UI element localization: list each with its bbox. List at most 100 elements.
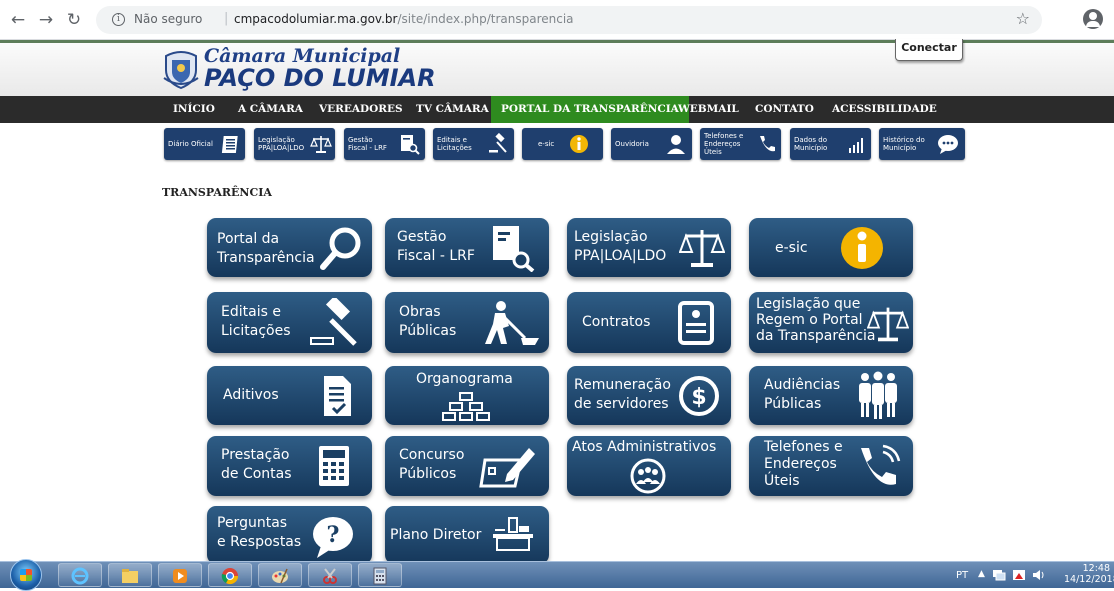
nav-portal-transparencia[interactable]: PORTAL DA TRANSPARÊNCIA xyxy=(491,96,689,123)
subnav-legislacao[interactable]: Legislação PPA|LOA|LDO xyxy=(254,128,335,160)
taskbar-media[interactable] xyxy=(158,563,202,587)
media-player-icon xyxy=(173,569,187,583)
browser-toolbar: ← → ↻ i Não seguro | cmpacodolumiar.ma.g… xyxy=(0,0,1114,40)
clock[interactable]: 12:48 14/12/2018 xyxy=(1064,563,1114,585)
subnav-esic[interactable]: e-sic xyxy=(522,128,603,160)
not-secure-label: Não seguro xyxy=(134,12,203,26)
tile-plano-diretor[interactable]: Plano Diretor xyxy=(385,506,549,564)
tile-label: Contratos xyxy=(582,314,651,330)
taskbar-ie[interactable] xyxy=(58,563,102,587)
nav-tv-camara[interactable]: TV CÂMARA xyxy=(416,96,489,123)
nav-vereadores[interactable]: VEREADORES xyxy=(319,96,403,123)
dollar-icon: $ xyxy=(679,376,719,416)
tile-aditivos[interactable]: Aditivos xyxy=(207,366,372,425)
subnav-historico[interactable]: Histórico do Município xyxy=(879,128,965,160)
tile-legislacao-portal[interactable]: Legislação que Regem o Portal da Transpa… xyxy=(749,292,913,353)
network-icon[interactable] xyxy=(992,569,1006,581)
tile-audiencias[interactable]: Audiências Públicas xyxy=(749,366,913,425)
phone-icon xyxy=(861,444,901,485)
tile-label: e-sic xyxy=(775,240,808,256)
tile-label: Gestão Fiscal - LRF xyxy=(397,229,475,264)
tile-label: Concurso Públicos xyxy=(399,447,465,482)
tile-label: Aditivos xyxy=(223,387,279,403)
subnav-telefones[interactable]: Telefones e Endereços Úteis xyxy=(700,128,781,160)
tile-label: Perguntas e Respostas xyxy=(217,515,302,550)
tile-contratos[interactable]: Contratos xyxy=(567,292,731,353)
subnav-diario-oficial[interactable]: Diário Oficial xyxy=(164,128,245,160)
info-icon[interactable]: i xyxy=(112,13,125,26)
coat-of-arms-icon xyxy=(163,51,199,90)
tile-label: Legislação que Regem o Portal da Transpa… xyxy=(756,296,876,344)
subnav-label: Diário Oficial xyxy=(168,140,213,148)
language-indicator[interactable]: PT xyxy=(956,570,968,581)
tile-atos-administrativos[interactable]: Atos Administrativos xyxy=(567,436,731,496)
site-header: Câmara Municipal PAÇO DO LUMIAR Conectar xyxy=(0,39,1114,96)
windows-taskbar: PT ▲ 12:48 14/12/2018 xyxy=(0,559,1114,591)
forward-arrow-icon[interactable]: → xyxy=(36,9,56,31)
connect-button[interactable]: Conectar xyxy=(895,39,963,61)
tile-label: Atos Administrativos xyxy=(572,439,717,455)
subnav-ouvidoria[interactable]: Ouvidoria xyxy=(611,128,692,160)
tile-prestacao-contas[interactable]: Prestação de Contas xyxy=(207,436,372,496)
subnav-label: Histórico do Município xyxy=(883,136,925,152)
show-hidden-icons-icon[interactable]: ▲ xyxy=(978,569,985,579)
org-chart-icon xyxy=(442,392,490,421)
taskbar-paint[interactable] xyxy=(258,563,302,587)
tile-legislacao[interactable]: Legislação PPA|LOA|LDO xyxy=(567,218,731,277)
clock-date: 14/12/2018 xyxy=(1064,574,1114,585)
logo-title-line2: PAÇO DO LUMIAR xyxy=(204,64,436,92)
subnav-dados-municipio[interactable]: Dados do Município xyxy=(790,128,871,160)
chrome-icon xyxy=(221,568,239,585)
action-center-icon[interactable] xyxy=(1012,569,1026,581)
nav-webmail[interactable]: WEBMAIL xyxy=(678,96,739,123)
info-icon xyxy=(841,227,883,269)
subnav-label: Legislação PPA|LOA|LDO xyxy=(258,136,305,152)
clock-time: 12:48 xyxy=(1082,563,1110,574)
tile-gestao-fiscal[interactable]: Gestão Fiscal - LRF xyxy=(385,218,549,277)
scales-icon xyxy=(679,230,725,267)
nav-contato[interactable]: CONTATO xyxy=(755,96,814,123)
taskbar-chrome[interactable] xyxy=(208,563,252,587)
tile-label: Legislação PPA|LOA|LDO xyxy=(574,229,667,264)
paint-icon xyxy=(272,568,288,584)
tile-organograma[interactable]: Organograma xyxy=(385,366,549,425)
nav-a-camara[interactable]: A CÂMARA xyxy=(238,96,303,123)
subnav-label: Editais e Licitações xyxy=(437,136,472,152)
snipping-tool-icon xyxy=(323,568,337,584)
subnav-editais[interactable]: Editais e Licitações xyxy=(433,128,514,160)
tile-remuneracao[interactable]: Remuneração de servidores $ xyxy=(567,366,731,425)
subnav-label: Dados do Município xyxy=(794,136,828,152)
question-icon: ? xyxy=(313,517,353,558)
address-bar[interactable]: i Não seguro | cmpacodolumiar.ma.gov.br/… xyxy=(96,6,1042,34)
tile-esic[interactable]: e-sic xyxy=(749,218,913,277)
tile-concurso[interactable]: Concurso Públicos xyxy=(385,436,549,496)
tile-perguntas[interactable]: Perguntas e Respostas ? xyxy=(207,506,372,564)
taskbar-explorer[interactable] xyxy=(108,563,152,587)
start-button-icon[interactable] xyxy=(10,559,42,591)
tile-editais[interactable]: Editais e Licitações xyxy=(207,292,372,353)
url-host: cmpacodolumiar.ma.gov.br xyxy=(234,12,398,26)
section-title: TRANSPARÊNCIA xyxy=(162,186,272,199)
group-icon xyxy=(630,458,666,494)
subnav-gestao-fiscal[interactable]: Gestão Fiscal - LRF xyxy=(344,128,425,160)
tile-label: Prestação de Contas xyxy=(221,447,292,482)
bar-chart-icon xyxy=(849,138,863,153)
newspaper-icon xyxy=(221,136,238,153)
nav-inicio[interactable]: INÍCIO xyxy=(173,96,215,123)
taskbar-snipping[interactable] xyxy=(308,563,352,587)
tile-portal-transparencia[interactable]: Portal da Transparência xyxy=(207,218,372,277)
svg-text:?: ? xyxy=(327,522,340,548)
calculator-icon xyxy=(319,446,349,486)
url-text[interactable]: cmpacodolumiar.ma.gov.br/site/index.php/… xyxy=(234,12,574,26)
profile-icon[interactable] xyxy=(1083,9,1103,29)
volume-icon[interactable] xyxy=(1032,569,1046,581)
nav-acessibilidade[interactable]: ACESSIBILIDADE xyxy=(832,96,937,123)
tile-telefones[interactable]: Telefones e Endereços Úteis xyxy=(749,436,913,496)
reload-icon[interactable]: ↻ xyxy=(64,9,84,31)
taskbar-calculator[interactable] xyxy=(358,563,402,587)
main-navigation: INÍCIO A CÂMARA VEREADORES TV CÂMARA POR… xyxy=(0,96,1114,123)
back-arrow-icon[interactable]: ← xyxy=(8,9,28,31)
bookmark-star-icon[interactable]: ☆ xyxy=(1016,9,1030,28)
document-search-icon xyxy=(401,135,420,155)
tile-obras[interactable]: Obras Públicas xyxy=(385,292,549,353)
